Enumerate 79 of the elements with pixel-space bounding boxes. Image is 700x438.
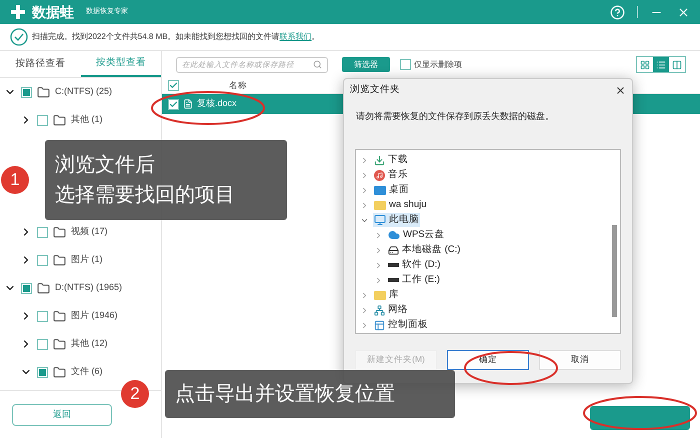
checkbox[interactable] xyxy=(37,114,48,126)
file-name: 复核.docx xyxy=(197,97,237,110)
folder-tree-item[interactable]: 下载 xyxy=(373,152,409,168)
help-icon[interactable] xyxy=(610,4,625,20)
folder-icon xyxy=(53,114,66,126)
drive-icon xyxy=(388,278,399,282)
cloud-icon xyxy=(388,229,400,241)
tree-item-label[interactable]: 文件 (6) xyxy=(71,365,102,379)
folder-icon xyxy=(53,366,66,378)
view-mode-button[interactable] xyxy=(653,57,669,72)
step-number: 2 xyxy=(121,380,149,408)
folder-tree-item[interactable]: 工作 (E:) xyxy=(387,272,441,288)
column-header: 名称 xyxy=(229,79,247,92)
download-icon xyxy=(374,154,385,166)
checkbox[interactable] xyxy=(37,310,48,322)
folder-icon xyxy=(53,338,66,350)
folder-icon xyxy=(37,282,50,294)
scrollbar-thumb[interactable] xyxy=(612,224,617,316)
check-circle-icon xyxy=(10,28,28,46)
folder-tree-item[interactable]: 桌面 xyxy=(373,182,410,198)
folder-icon xyxy=(374,290,386,300)
checkbox[interactable] xyxy=(21,282,32,294)
computer-icon xyxy=(374,214,386,226)
folder-tree-item[interactable]: 网络 xyxy=(373,302,409,318)
callout-text: 浏览文件后 xyxy=(55,153,156,178)
cross-logo-icon xyxy=(10,4,26,20)
folder-icon xyxy=(53,254,66,266)
folder-tree-item[interactable]: 音乐 xyxy=(373,168,409,182)
close-icon[interactable] xyxy=(615,84,626,96)
list-icon xyxy=(656,60,666,70)
control-panel-icon xyxy=(374,320,385,330)
checkbox[interactable] xyxy=(21,86,32,98)
deleted-only-label: 仅显示删除项 xyxy=(414,58,462,70)
tree-item-label[interactable]: 图片 (1) xyxy=(71,253,102,267)
dialog-message: 请勿将需要恢复的文件保存到原丢失数据的磁盘。 xyxy=(356,110,555,123)
scan-status-text: 扫描完成。找到2022个文件共54.8 MB。如未能找到您想找回的文件请联系我们。 xyxy=(32,31,320,43)
view-tab[interactable]: 按路径查看 xyxy=(0,51,80,77)
folder-tree-item[interactable]: 软件 (D:) xyxy=(387,258,442,272)
checkbox[interactable] xyxy=(37,254,48,266)
music-icon xyxy=(374,170,385,180)
folder-tree-item[interactable]: 控制面板 xyxy=(373,318,429,332)
columns-icon xyxy=(672,60,682,70)
folder-icon xyxy=(374,200,386,210)
tree-item-label[interactable]: D:(NTFS) (1965) xyxy=(55,281,122,295)
folder-icon xyxy=(37,86,50,98)
folder-tree-item[interactable]: 此电脑 xyxy=(373,212,420,228)
checkbox[interactable] xyxy=(37,226,48,238)
tree-item-label[interactable]: 其他 (12) xyxy=(71,337,108,351)
tree-item-label[interactable]: C:(NTFS) (25) xyxy=(55,85,112,99)
checkbox[interactable] xyxy=(37,366,48,378)
folder-tree-item[interactable]: 本地磁盘 (C:) xyxy=(387,242,462,258)
drive-icon xyxy=(388,244,399,256)
tree-item-label[interactable]: 视频 (17) xyxy=(71,225,108,239)
folder-tree-item[interactable]: wa shuju xyxy=(373,198,428,212)
step-number: 1 xyxy=(1,166,29,194)
back-button[interactable]: 返回 xyxy=(12,404,112,426)
drive-icon xyxy=(388,263,399,267)
search-icon[interactable] xyxy=(313,60,322,69)
view-tab[interactable]: 按类型查看 xyxy=(80,51,161,77)
checkbox[interactable] xyxy=(400,59,411,70)
contact-link[interactable]: 联系我们 xyxy=(280,32,312,41)
desktop-icon xyxy=(374,186,386,194)
document-icon xyxy=(183,99,193,109)
dialog-button[interactable]: 取消 xyxy=(539,350,621,370)
checkbox[interactable] xyxy=(37,338,48,350)
dialog-title: 浏览文件夹 xyxy=(350,82,400,97)
folder-tree-item[interactable]: WPS云盘 xyxy=(387,228,446,242)
network-icon xyxy=(374,304,385,316)
callout-text: 选择需要找回的项目 xyxy=(55,183,236,208)
tree-item-label[interactable]: 其他 (1) xyxy=(71,113,102,127)
tree-item-label[interactable]: 图片 (1946) xyxy=(71,309,118,323)
checkbox[interactable] xyxy=(168,80,179,91)
folder-tree-item[interactable]: 库 xyxy=(373,288,400,302)
grid-icon xyxy=(640,60,650,70)
app-name: 数据蛙 xyxy=(32,2,74,22)
folder-icon xyxy=(53,226,66,238)
folder-icon xyxy=(53,310,66,322)
callout-text: 点击导出并设置恢复位置 xyxy=(175,382,396,407)
checkbox[interactable] xyxy=(168,98,179,110)
